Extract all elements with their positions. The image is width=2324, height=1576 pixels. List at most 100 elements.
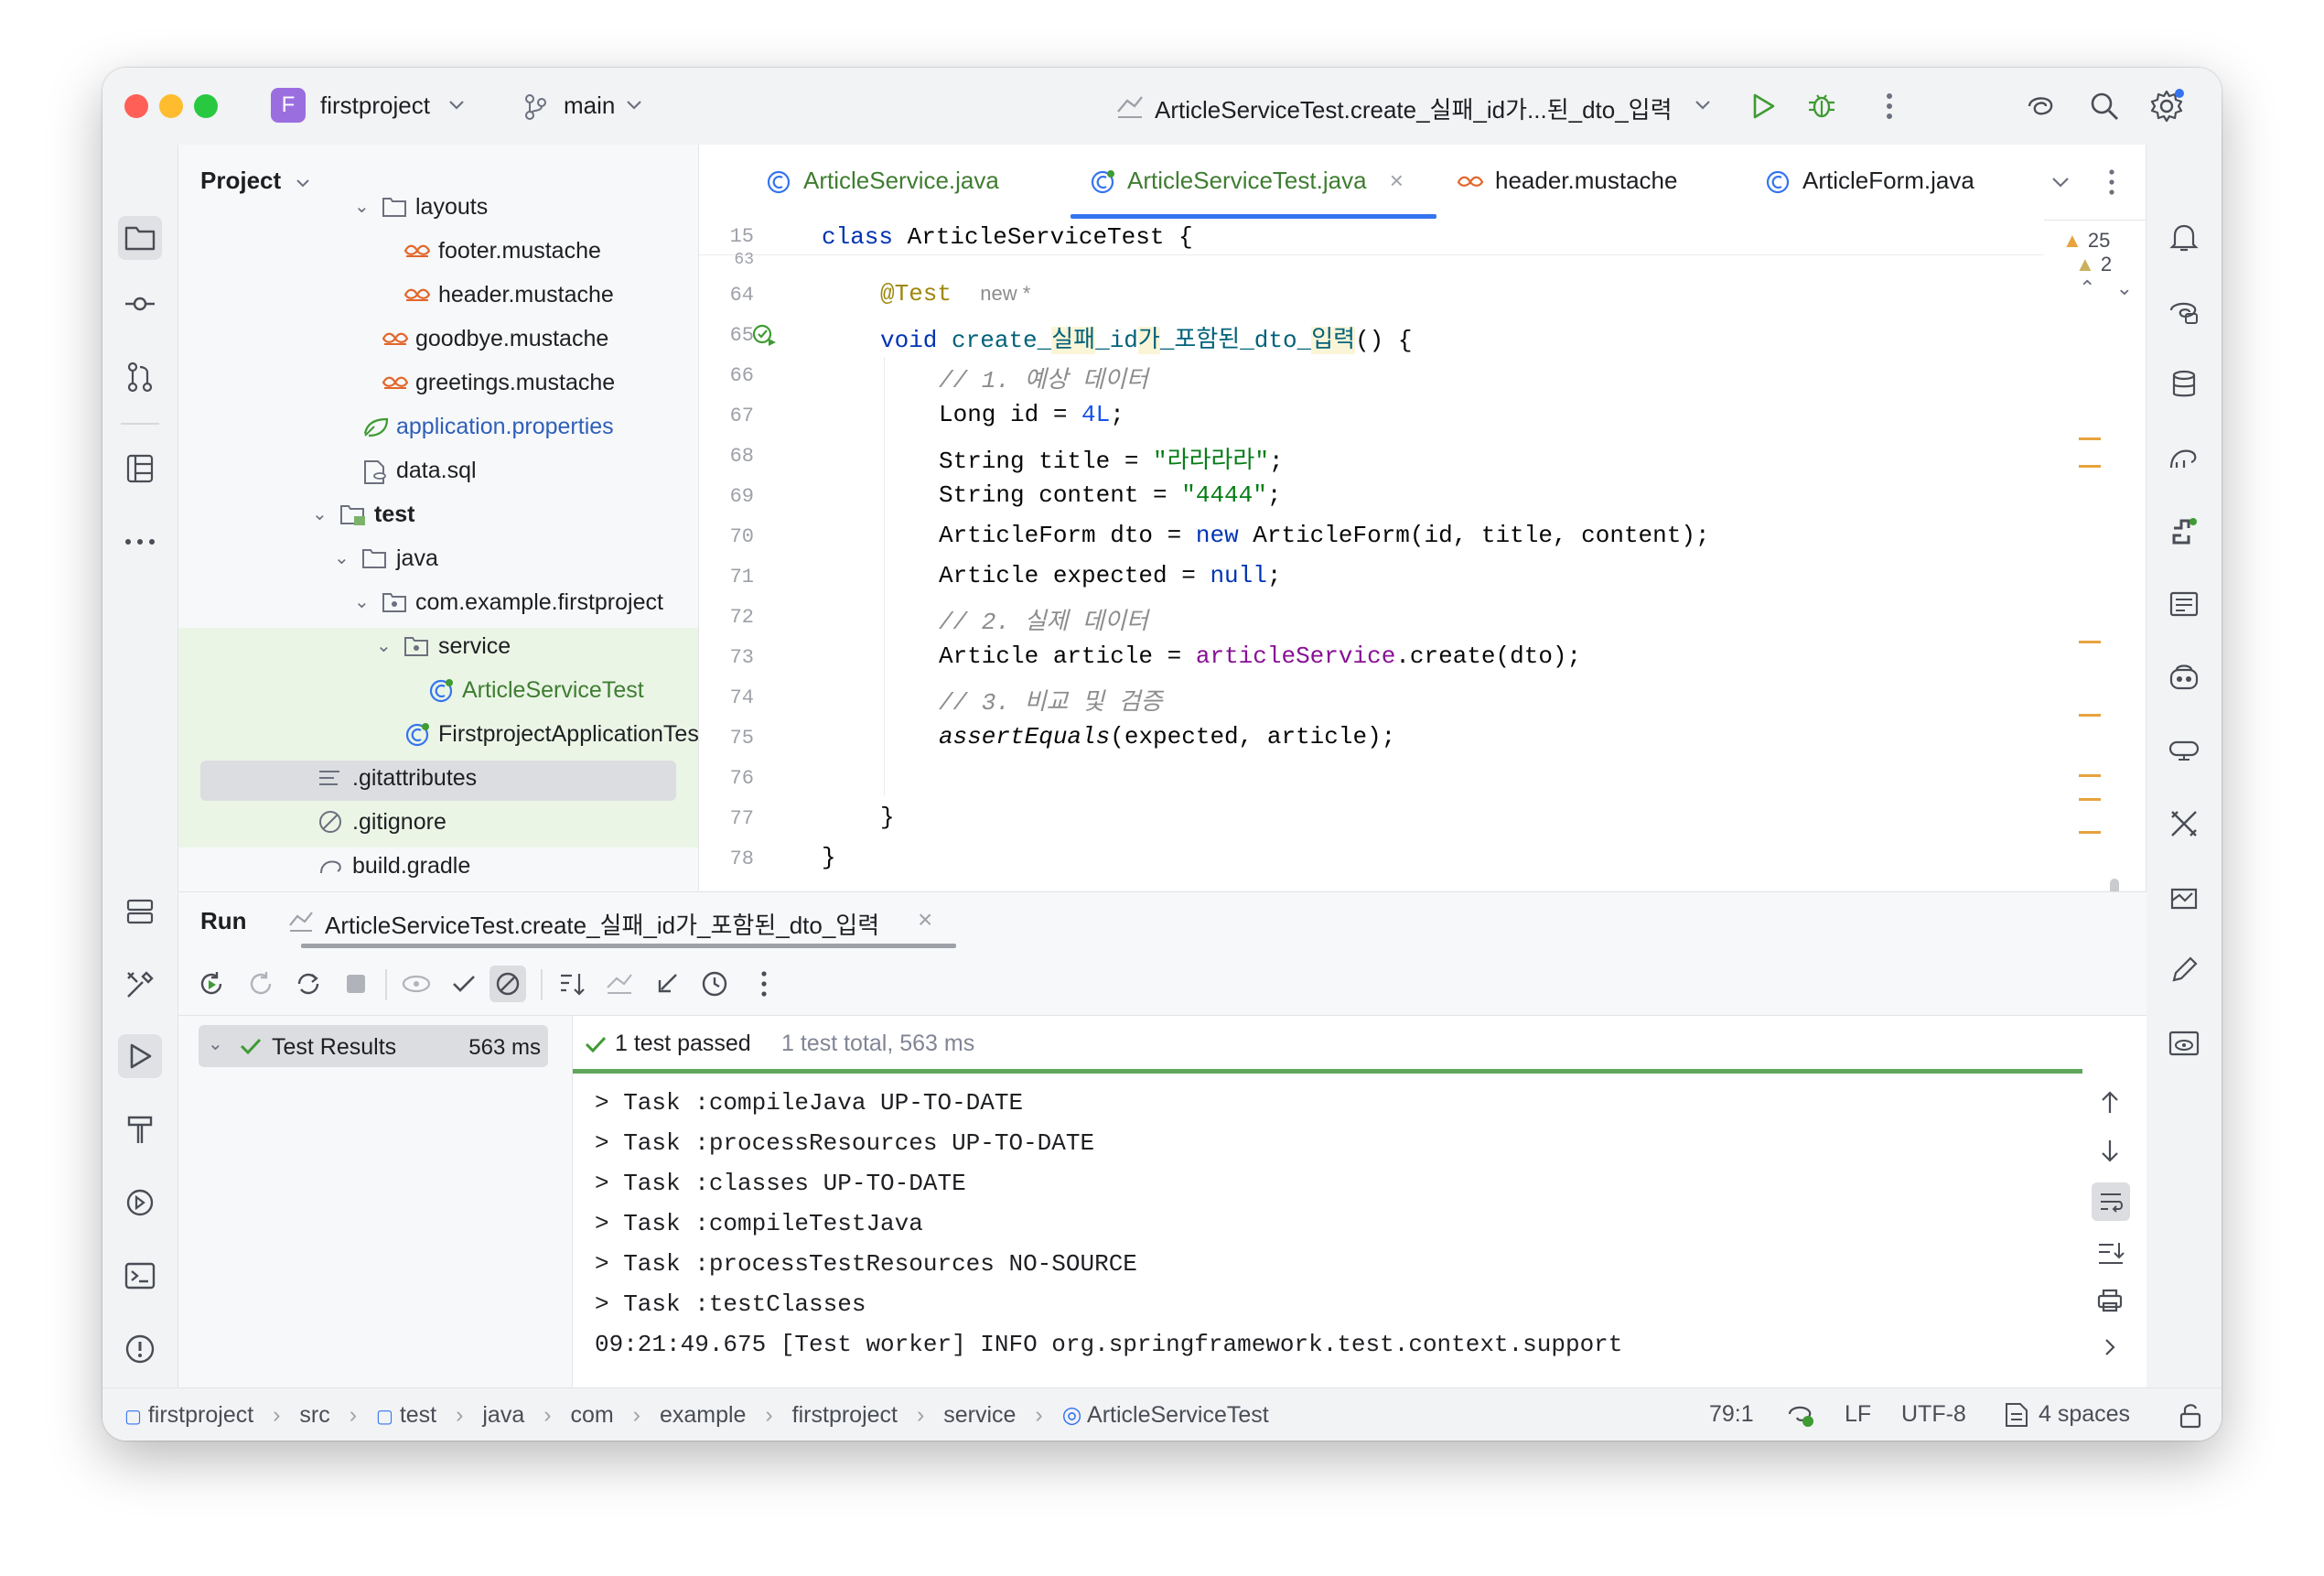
- chevron-right-icon[interactable]: [2103, 1336, 2117, 1358]
- tree-item[interactable]: data.sql: [178, 448, 698, 492]
- lock-icon[interactable]: [2178, 1401, 2203, 1429]
- more-actions-icon[interactable]: [1885, 92, 1894, 121]
- tree-item[interactable]: .gitignore: [178, 800, 698, 844]
- tree-item[interactable]: greetings.mustache: [178, 361, 698, 405]
- sort-icon[interactable]: [554, 966, 590, 1002]
- services-tool-icon[interactable]: [118, 890, 162, 934]
- close-run-tab-icon[interactable]: ×: [918, 905, 932, 934]
- minimize-window-button[interactable]: [159, 94, 183, 118]
- build-hammer-icon[interactable]: [118, 1107, 162, 1151]
- inspection-widget[interactable]: ▲ 25 ▲ 2 ⌃ ⌄: [2062, 229, 2146, 300]
- chevron-down-icon[interactable]: [2051, 176, 2070, 189]
- tree-item[interactable]: header.mustache: [178, 273, 698, 317]
- more-tools-icon[interactable]: [118, 520, 162, 564]
- print-icon[interactable]: [2095, 1287, 2125, 1314]
- gradle-tool-icon[interactable]: [2162, 436, 2206, 480]
- code-area[interactable]: 15 class ArticleServiceTest { ▲ 25 ▲ 2 ⌃…: [699, 220, 2146, 963]
- toggle-auto-test-icon[interactable]: [290, 966, 327, 1002]
- tab-header-mustache[interactable]: header.mustache: [1457, 167, 1677, 195]
- rerun-icon[interactable]: [193, 966, 230, 1002]
- warning-marker[interactable]: [2079, 798, 2101, 801]
- run-tab-label[interactable]: ArticleServiceTest.create_실패_id가_포함된_dto…: [325, 907, 879, 941]
- stop-icon[interactable]: [338, 966, 374, 1002]
- soft-wrap-button[interactable]: [2092, 1182, 2130, 1221]
- tree-item[interactable]: goodbye.mustache: [178, 317, 698, 361]
- copilot-icon[interactable]: [2162, 655, 2206, 699]
- run-test-gutter-icon[interactable]: [750, 320, 778, 348]
- history-icon[interactable]: [696, 966, 733, 1002]
- run-configuration[interactable]: ArticleServiceTest.create_실패_id가...된_dto…: [1155, 92, 1673, 125]
- tree-item[interactable]: ⌄ test: [178, 492, 698, 536]
- warning-marker[interactable]: [2079, 714, 2101, 717]
- problems-icon[interactable]: [118, 1327, 162, 1371]
- scroll-to-end-icon[interactable]: [2095, 1239, 2125, 1265]
- commit-tool-icon[interactable]: [118, 282, 162, 326]
- tree-item[interactable]: ⌄ com.example.firstproject: [178, 580, 698, 624]
- tab-articleservice[interactable]: ArticleService.java: [765, 167, 999, 196]
- ai-status-icon[interactable]: [1786, 1401, 1815, 1429]
- file-encoding[interactable]: UTF-8: [1901, 1401, 1966, 1428]
- tools-icon[interactable]: [2162, 802, 2206, 846]
- terminal-icon[interactable]: [118, 1254, 162, 1298]
- tree-item[interactable]: ⌄ layouts: [178, 185, 698, 229]
- maximize-window-button[interactable]: [194, 94, 218, 118]
- warning-marker[interactable]: [2079, 437, 2101, 440]
- tree-item[interactable]: FirstprojectApplicationTes: [178, 712, 698, 756]
- debug-icon[interactable]: [1806, 90, 1837, 121]
- arrow-up-icon[interactable]: [2099, 1089, 2121, 1115]
- profiler-icon[interactable]: [2162, 875, 2206, 919]
- settings-icon[interactable]: [2148, 88, 2185, 124]
- close-tab-icon[interactable]: ×: [1390, 167, 1404, 194]
- breadcrumb-item[interactable]: test: [400, 1402, 436, 1428]
- close-window-button[interactable]: [124, 94, 148, 118]
- build-tools-icon[interactable]: [118, 963, 162, 1007]
- warning-marker[interactable]: [2079, 641, 2101, 643]
- arrow-down-icon[interactable]: [2099, 1139, 2121, 1164]
- pull-requests-icon[interactable]: [118, 355, 162, 399]
- tab-articleform[interactable]: ArticleForm.java: [1764, 167, 1974, 196]
- tree-item[interactable]: ⌄ java: [178, 536, 698, 580]
- notifications-icon[interactable]: [2162, 216, 2206, 260]
- collapse-icon[interactable]: [649, 966, 685, 1002]
- import-tests-icon[interactable]: [601, 966, 638, 1002]
- warning-marker[interactable]: [2079, 465, 2101, 468]
- chevron-down-icon[interactable]: [626, 99, 642, 112]
- chevron-down-icon[interactable]: [448, 99, 465, 112]
- plugin-icon[interactable]: [2162, 509, 2206, 553]
- tree-item[interactable]: application.properties: [178, 405, 698, 448]
- ai-chat-icon[interactable]: [2162, 289, 2206, 333]
- breadcrumb-item[interactable]: src: [299, 1402, 329, 1428]
- tree-item[interactable]: .gitattributes: [178, 756, 698, 800]
- warning-marker[interactable]: [2079, 774, 2101, 777]
- run-icon[interactable]: [1749, 92, 1777, 121]
- breadcrumb-item[interactable]: example: [660, 1402, 747, 1428]
- tree-item-selected[interactable]: ArticleServiceTest: [178, 668, 698, 712]
- indent-setting[interactable]: 4 spaces: [2039, 1401, 2130, 1428]
- tree-item[interactable]: footer.mustache: [178, 229, 698, 273]
- breadcrumb-item[interactable]: com: [570, 1402, 613, 1428]
- run-panel-title[interactable]: Run: [200, 907, 247, 935]
- project-name[interactable]: firstproject: [320, 92, 430, 120]
- caret-position[interactable]: 79:1: [1709, 1401, 1754, 1428]
- show-passed-icon[interactable]: [398, 966, 435, 1002]
- breadcrumb-item[interactable]: ArticleServiceTest: [1087, 1402, 1269, 1428]
- endpoints-icon[interactable]: [118, 1181, 162, 1225]
- endpoints-tool-icon[interactable]: [2162, 729, 2206, 772]
- tree-item[interactable]: ⌄ service: [178, 624, 698, 668]
- project-tool-icon[interactable]: [118, 216, 162, 260]
- console[interactable]: 1 test passed 1 test total, 563 ms > Tas…: [573, 1016, 2146, 1388]
- test-results-root[interactable]: ⌄ Test Results 563 ms: [199, 1025, 548, 1067]
- show-passed-check-icon[interactable]: [446, 966, 482, 1002]
- rerun-failed-icon[interactable]: [242, 966, 279, 1002]
- branch-name[interactable]: main: [564, 92, 615, 120]
- warning-marker[interactable]: [2079, 831, 2101, 834]
- document-icon[interactable]: [2162, 582, 2206, 626]
- breadcrumb-item[interactable]: java: [482, 1402, 524, 1428]
- run-tool-icon[interactable]: [118, 1034, 162, 1078]
- line-separator[interactable]: LF: [1845, 1401, 1871, 1428]
- database-icon[interactable]: [2162, 362, 2206, 406]
- breadcrumb-item[interactable]: firstproject: [792, 1402, 898, 1428]
- show-ignored-icon[interactable]: [490, 966, 526, 1002]
- pencil-icon[interactable]: [2162, 948, 2206, 992]
- breadcrumb-item[interactable]: service: [943, 1402, 1016, 1428]
